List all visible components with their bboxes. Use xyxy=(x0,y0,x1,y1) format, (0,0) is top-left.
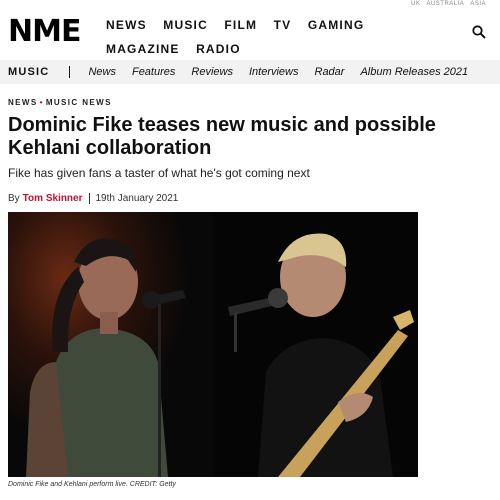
article-headline: Dominic Fike teases new music and possib… xyxy=(8,114,436,159)
section-nav: MUSIC News Features Reviews Interviews R… xyxy=(0,60,500,84)
nav-magazine[interactable]: MAGAZINE xyxy=(106,37,180,61)
subnav-interviews[interactable]: Interviews xyxy=(249,66,299,78)
edition-australia[interactable]: AUSTRALIA xyxy=(426,0,464,9)
section-title[interactable]: MUSIC xyxy=(8,66,49,78)
photo-caption: Dominic Fike and Kehlani perform live. C… xyxy=(8,481,176,488)
breadcrumb-news[interactable]: NEWS xyxy=(8,98,38,107)
nav-radio[interactable]: RADIO xyxy=(196,37,241,61)
author-link[interactable]: Tom Skinner xyxy=(23,193,83,204)
main-nav: NEWS MUSIC FILM TV GAMING MAGAZINE RADIO xyxy=(106,13,426,61)
site-header: NME NEWS MUSIC FILM TV GAMING MAGAZINE R… xyxy=(0,9,500,57)
nav-tv[interactable]: TV xyxy=(274,13,292,37)
article-standfirst: Fike has given fans a taster of what he'… xyxy=(8,166,310,180)
nav-gaming[interactable]: GAMING xyxy=(308,13,365,37)
breadcrumb-music-news[interactable]: MUSIC NEWS xyxy=(46,98,112,107)
breadcrumb-separator: • xyxy=(39,98,44,107)
subnav-news[interactable]: News xyxy=(88,66,116,78)
divider xyxy=(69,66,71,78)
concert-photo-illustration xyxy=(8,212,418,477)
edition-switcher: UK AUSTRALIA ASIA xyxy=(0,0,500,9)
byline: By Tom Skinner 19th January 2021 xyxy=(8,193,178,204)
subnav-reviews[interactable]: Reviews xyxy=(191,66,233,78)
divider xyxy=(88,193,90,204)
nme-logo[interactable]: NME xyxy=(8,17,81,47)
subnav-album-releases[interactable]: Album Releases 2021 xyxy=(360,66,468,78)
search-icon[interactable] xyxy=(472,25,486,39)
nav-film[interactable]: FILM xyxy=(224,13,257,37)
edition-asia[interactable]: ASIA xyxy=(470,0,486,9)
nav-music[interactable]: MUSIC xyxy=(163,13,208,37)
byline-label: By xyxy=(8,193,20,204)
article-photo xyxy=(8,212,418,477)
subnav-radar[interactable]: Radar xyxy=(315,66,345,78)
edition-uk[interactable]: UK xyxy=(411,0,420,9)
subnav-features[interactable]: Features xyxy=(132,66,175,78)
publish-date: 19th January 2021 xyxy=(95,193,179,204)
nav-news[interactable]: NEWS xyxy=(106,13,147,37)
breadcrumb: NEWS • MUSIC NEWS xyxy=(8,98,112,107)
